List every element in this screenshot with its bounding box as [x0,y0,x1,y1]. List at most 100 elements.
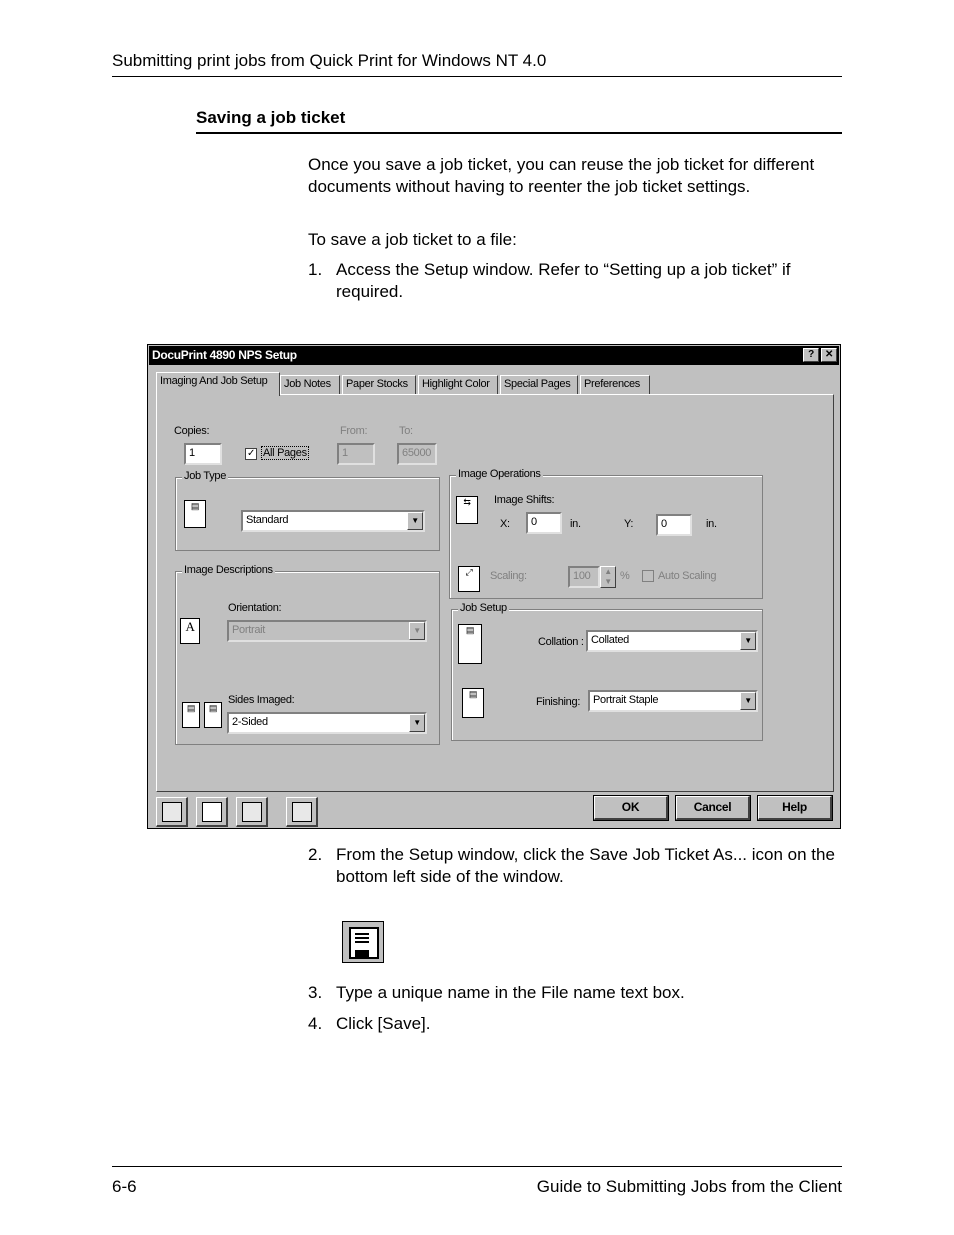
finishing-value: Portrait Staple [593,694,659,706]
image-descriptions-group-label: Image Descriptions [182,564,275,576]
image-operations-group-label: Image Operations [456,468,543,480]
chevron-down-icon[interactable]: ▼ [409,622,425,640]
chevron-down-icon[interactable]: ▼ [740,692,756,710]
save-job-ticket-icon [342,921,384,963]
step-number: 4. [308,1014,323,1033]
step-text: From the Setup window, click the Save Jo… [336,845,835,886]
ok-button[interactable]: OK [593,795,669,821]
orientation-combo[interactable]: Portrait ▼ [227,620,427,642]
running-header: Submitting print jobs from Quick Print f… [112,51,547,70]
step-text: Click [Save]. [336,1014,431,1033]
setup-dialog: DocuPrint 4890 NPS Setup ? ✕ Imaging And… [147,344,841,829]
floppy-disk-icon [349,927,379,959]
x-unit-label: in. [570,518,581,530]
sides-imaged-value: 2-Sided [232,716,268,728]
scaling-label: Scaling: [490,570,527,582]
orientation-value: Portrait [232,624,266,636]
from-label: From: [340,425,368,437]
print-preview-button[interactable] [286,797,318,827]
collation-label: Collation : [538,636,584,648]
help-question-button[interactable]: ? [803,348,819,362]
sides-imaged-label: Sides Imaged: [228,694,295,706]
tab-preferences[interactable]: Preferences [580,375,650,395]
auto-scaling-label: Auto Scaling [658,570,717,582]
scaling-unit-label: % [620,570,630,582]
x-shift-label: X: [500,518,510,530]
intro-paragraph: Once you save a job ticket, you can reus… [308,155,815,196]
step-number: 3. [308,983,323,1002]
all-pages-checkbox[interactable]: ✓ [245,448,257,460]
open-job-ticket-button[interactable] [236,797,268,827]
finishing-combo[interactable]: Portrait Staple ▼ [588,690,758,712]
copies-label: Copies: [174,425,210,437]
page-number: 6-6 [112,1177,137,1196]
x-shift-field[interactable]: 0 [526,512,562,534]
orientation-label: Orientation: [228,602,282,614]
scaling-field[interactable]: 100 [568,566,600,588]
step-1: 1. Access the Setup window. Refer to “Se… [308,259,842,303]
scaling-spinner[interactable]: ▲ ▼ [600,566,616,588]
section-rule [196,132,842,134]
to-field[interactable]: 65000 [397,443,437,465]
close-button[interactable]: ✕ [821,348,837,362]
sides-back-icon: ▤ [204,702,222,728]
section-heading: Saving a job ticket [196,108,346,127]
step-4: 4. Click [Save]. [308,1013,842,1035]
tab-highlight-color[interactable]: Highlight Color [418,375,498,395]
to-label: To: [399,425,413,437]
job-type-combo[interactable]: Standard ▼ [241,510,425,532]
step-text: Access the Setup window. Refer to “Setti… [336,260,791,301]
from-field[interactable]: 1 [337,443,375,465]
header-rule [112,76,842,77]
help-button[interactable]: Help [757,795,833,821]
lead-paragraph: To save a job ticket to a file: [308,230,517,249]
printer-icon [292,802,312,822]
all-pages-label: All Pages [261,446,309,460]
step-3: 3. Type a unique name in the File name t… [308,982,842,1004]
tab-paper-stocks[interactable]: Paper Stocks [342,375,416,395]
collation-icon: ▤ [458,624,482,664]
book-title: Guide to Submitting Jobs from the Client [536,1177,842,1196]
job-type-icon: ▤ [184,500,206,528]
image-descriptions-group: Image Descriptions Orientation: A Portra… [175,564,440,745]
cancel-button[interactable]: Cancel [675,795,751,821]
floppy-disk-icon [202,802,222,822]
sides-imaged-combo[interactable]: 2-Sided ▼ [227,712,427,734]
tab-job-notes[interactable]: Job Notes [280,375,340,395]
finishing-label: Finishing: [536,696,581,708]
tab-panel: Copies: 1 ✓ All Pages From: 1 To: 65000 … [156,394,834,792]
y-unit-label: in. [706,518,717,530]
tab-imaging-job-setup[interactable]: Imaging And Job Setup [156,372,280,396]
collation-combo[interactable]: Collated ▼ [586,630,758,652]
new-job-ticket-button[interactable] [156,797,188,827]
tab-special-pages[interactable]: Special Pages [500,375,578,395]
step-number: 2. [308,845,323,864]
image-shifts-label: Image Shifts: [494,494,555,506]
job-setup-group: Job Setup ▤ Collation : Collated ▼ ▤ Fin… [451,602,763,741]
job-setup-group-label: Job Setup [458,602,509,614]
image-operations-group: Image Operations ⇆ Image Shifts: X: 0 in… [449,468,763,599]
new-document-icon [162,802,182,822]
y-shift-label: Y: [624,518,634,530]
job-type-value: Standard [246,514,289,526]
auto-scaling-checkbox[interactable] [642,570,654,582]
step-text: Type a unique name in the File name text… [336,983,685,1002]
job-type-group: Job Type ▤ Standard ▼ [175,470,440,551]
y-shift-field[interactable]: 0 [656,514,692,536]
dialog-title: DocuPrint 4890 NPS Setup [152,348,297,362]
step-number: 1. [308,260,323,279]
image-shift-icon: ⇆ [456,496,478,524]
footer-rule [112,1166,842,1167]
sides-front-icon: ▤ [182,702,200,728]
chevron-down-icon[interactable]: ▼ [740,632,756,650]
chevron-down-icon[interactable]: ▼ [407,512,423,530]
orientation-icon: A [180,618,200,644]
save-job-ticket-as-button[interactable] [196,797,228,827]
finishing-icon: ▤ [462,688,484,718]
step-2: 2. From the Setup window, click the Save… [308,844,842,888]
dialog-titlebar: DocuPrint 4890 NPS Setup ? ✕ [149,346,839,365]
chevron-down-icon[interactable]: ▼ [409,714,425,732]
scaling-icon: ⤢ [458,566,480,592]
open-folder-icon [242,802,262,822]
copies-field[interactable]: 1 [184,443,222,465]
